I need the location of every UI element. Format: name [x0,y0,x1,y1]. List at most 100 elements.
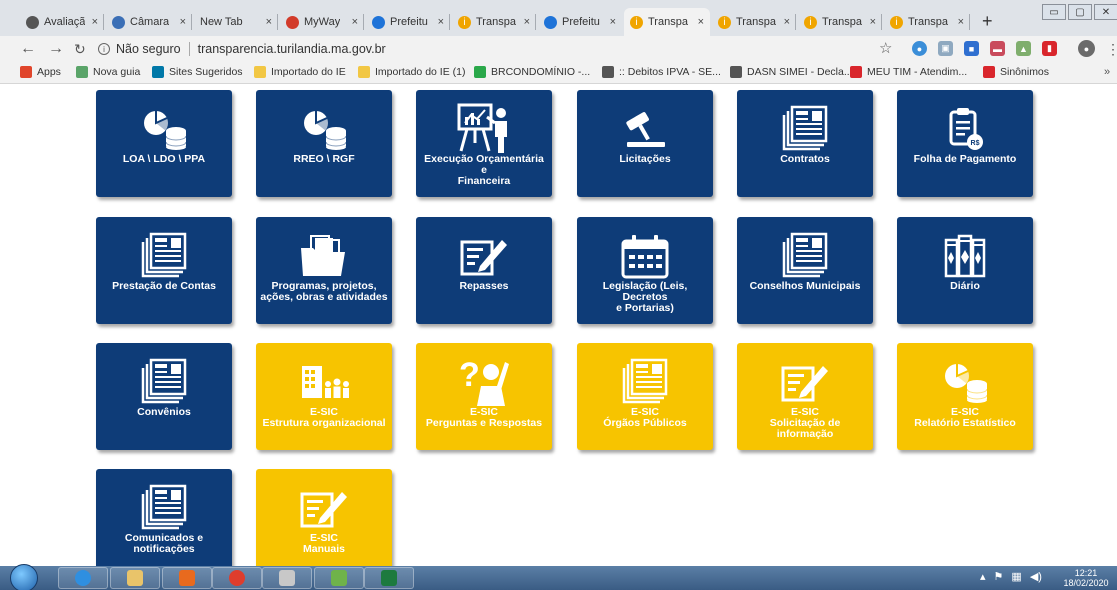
tab-separator [449,14,450,30]
browser-tab[interactable]: MyWay × [280,8,364,36]
menu-tile[interactable]: Contratos [737,90,873,197]
bookmark-item[interactable]: Sites Sugeridos [152,66,243,78]
tab-close-icon[interactable]: × [352,16,358,28]
tab-close-icon[interactable]: × [870,16,876,28]
menu-tile[interactable]: Repasses [416,217,552,324]
menu-tile[interactable]: Convênios [96,343,232,450]
browser-tab[interactable]: New Tab × [194,8,278,36]
bookmark-star-icon[interactable]: ☆ [879,39,892,57]
menu-tile-label: Prestação de Contas [112,280,216,292]
browser-tab[interactable]: i Transpa × [884,8,970,36]
bookmark-item[interactable]: Importado do IE (1) [358,66,465,78]
menu-tile[interactable]: ? E-SIC Perguntas e Respostas [416,343,552,450]
browser-tab[interactable]: Prefeitu × [538,8,622,36]
tray-volume-icon[interactable]: ◀) [1030,570,1042,583]
menu-tile[interactable]: Programas, projetos, ações, obras e ativ… [256,217,392,324]
menu-tile[interactable]: Conselhos Municipais [737,217,873,324]
tab-close-icon[interactable]: × [266,16,272,28]
menu-tile[interactable]: E-SIC Solicitação de informação [737,343,873,450]
bookmarks-overflow-icon[interactable]: » [1104,66,1110,78]
tray-flag-icon[interactable]: ⚑ [994,570,1004,583]
folder-docs-icon [297,231,351,281]
browser-tab[interactable]: i Transpa × [798,8,882,36]
tab-separator [969,14,970,30]
globe-icon [730,66,742,78]
question-person-icon: ? [457,356,511,407]
taskbar-app[interactable] [364,567,414,589]
extension-search-icon[interactable]: ● [912,41,927,56]
newspaper-icon [139,231,189,281]
maximize-button[interactable]: ▢ [1068,4,1092,20]
bookmark-item[interactable]: BRCONDOMÍNIO -... [474,66,590,78]
browser-tab[interactable]: Avaliaçã × [20,8,104,36]
taskbar-app[interactable] [162,567,212,589]
brcondominio-icon [474,66,486,78]
tab-close-icon[interactable]: × [180,16,186,28]
tab-close-icon[interactable]: × [92,16,98,28]
bookmark-item[interactable]: DASN SIMEI - Decla... [730,66,853,78]
tab-separator [881,14,882,30]
browser-tab[interactable]: i Transpa × [624,8,710,36]
extension-screen-icon[interactable]: ▣ [938,41,953,56]
extension-lock-icon[interactable]: ▮ [1042,41,1057,56]
menu-tile[interactable]: Licitações [577,90,713,197]
tab-close-icon[interactable]: × [524,16,530,28]
menu-tile[interactable]: E-SIC Manuais [256,469,392,566]
tab-close-icon[interactable]: × [610,16,616,28]
info-icon[interactable]: i [98,43,110,55]
start-button[interactable] [10,564,38,590]
menu-tile[interactable]: Legislação (Leis, Decretos e Portarias) [577,217,713,324]
bookmark-item[interactable]: MEU TIM - Atendim... [850,66,967,78]
address-bar[interactable]: i Não seguro transparencia.turilandia.ma… [98,38,898,60]
minimize-button[interactable]: ▭ [1042,4,1066,20]
browser-tab[interactable]: Prefeitu × [366,8,450,36]
menu-tile-label: Folha de Pagamento [913,153,1017,165]
taskbar-app[interactable] [262,567,312,589]
tab-close-icon[interactable]: × [698,16,704,28]
menu-tile[interactable]: R$ Folha de Pagamento [897,90,1033,197]
taskbar-app[interactable] [212,567,262,589]
tab-close-icon[interactable]: × [438,16,444,28]
menu-kebab-icon[interactable]: ⋮ [1106,40,1117,58]
menu-tile[interactable]: Prestação de Contas [96,217,232,324]
form-pen-icon [781,357,829,407]
reload-icon[interactable]: ↻ [74,40,86,58]
tray-arrow-icon[interactable]: ▴ [980,570,986,583]
tab-close-icon[interactable]: × [784,16,790,28]
bookmark-item[interactable]: Nova guia [76,66,140,78]
taskbar-app[interactable] [110,567,160,589]
bookmark-item[interactable]: Sinônimos [983,66,1049,78]
menu-tile[interactable]: Diário [897,217,1033,324]
forward-arrow-icon[interactable]: → [48,40,64,58]
clock[interactable]: 12:21 18/02/2020 [1060,568,1112,588]
new-tab-button[interactable]: + [982,12,993,30]
tray-network-icon[interactable]: ▦ [1011,570,1021,583]
menu-tile[interactable]: E-SIC Órgãos Públicos [577,343,713,450]
taskbar-app[interactable] [58,567,108,589]
browser-tab[interactable]: i Transpa × [712,8,796,36]
url-text[interactable]: transparencia.turilandia.ma.gov.br [198,42,386,56]
newspaper-icon [780,231,830,281]
extension-find-icon[interactable]: ■ [964,41,979,56]
bookmark-item[interactable]: Apps [20,66,61,78]
menu-tile[interactable]: E-SIC Relatório Estatístico [897,343,1033,450]
extension-card-icon[interactable]: ▬ [990,41,1005,56]
menu-tile[interactable]: Execução Orçamentária e Financeira [416,90,552,197]
browser-tab[interactable]: i Transpa × [452,8,536,36]
menu-tile[interactable]: LOA \ LDO \ PPA [96,90,232,197]
tab-close-icon[interactable]: × [958,16,964,28]
menu-tile[interactable]: E-SIC Estrutura organizacional [256,343,392,450]
menu-tile-label: Comunicados e notificações [124,532,204,555]
close-window-button[interactable]: ✕ [1094,4,1117,20]
menu-tile-label: E-SIC Estrutura organizacional [262,406,386,429]
profile-avatar-icon[interactable]: ● [1078,40,1095,57]
taskbar-app[interactable] [314,567,364,589]
back-arrow-icon[interactable]: ← [20,40,36,58]
browser-tab[interactable]: Câmara × [106,8,192,36]
bookmark-item[interactable]: Importado do IE [254,66,346,78]
menu-tile[interactable]: Comunicados e notificações [96,469,232,566]
extension-photo-icon[interactable]: ▲ [1016,41,1031,56]
menu-tile[interactable]: RREO \ RGF [256,90,392,197]
bookmark-item[interactable]: :: Debitos IPVA - SE... [602,66,721,78]
info-icon: i [718,15,731,29]
